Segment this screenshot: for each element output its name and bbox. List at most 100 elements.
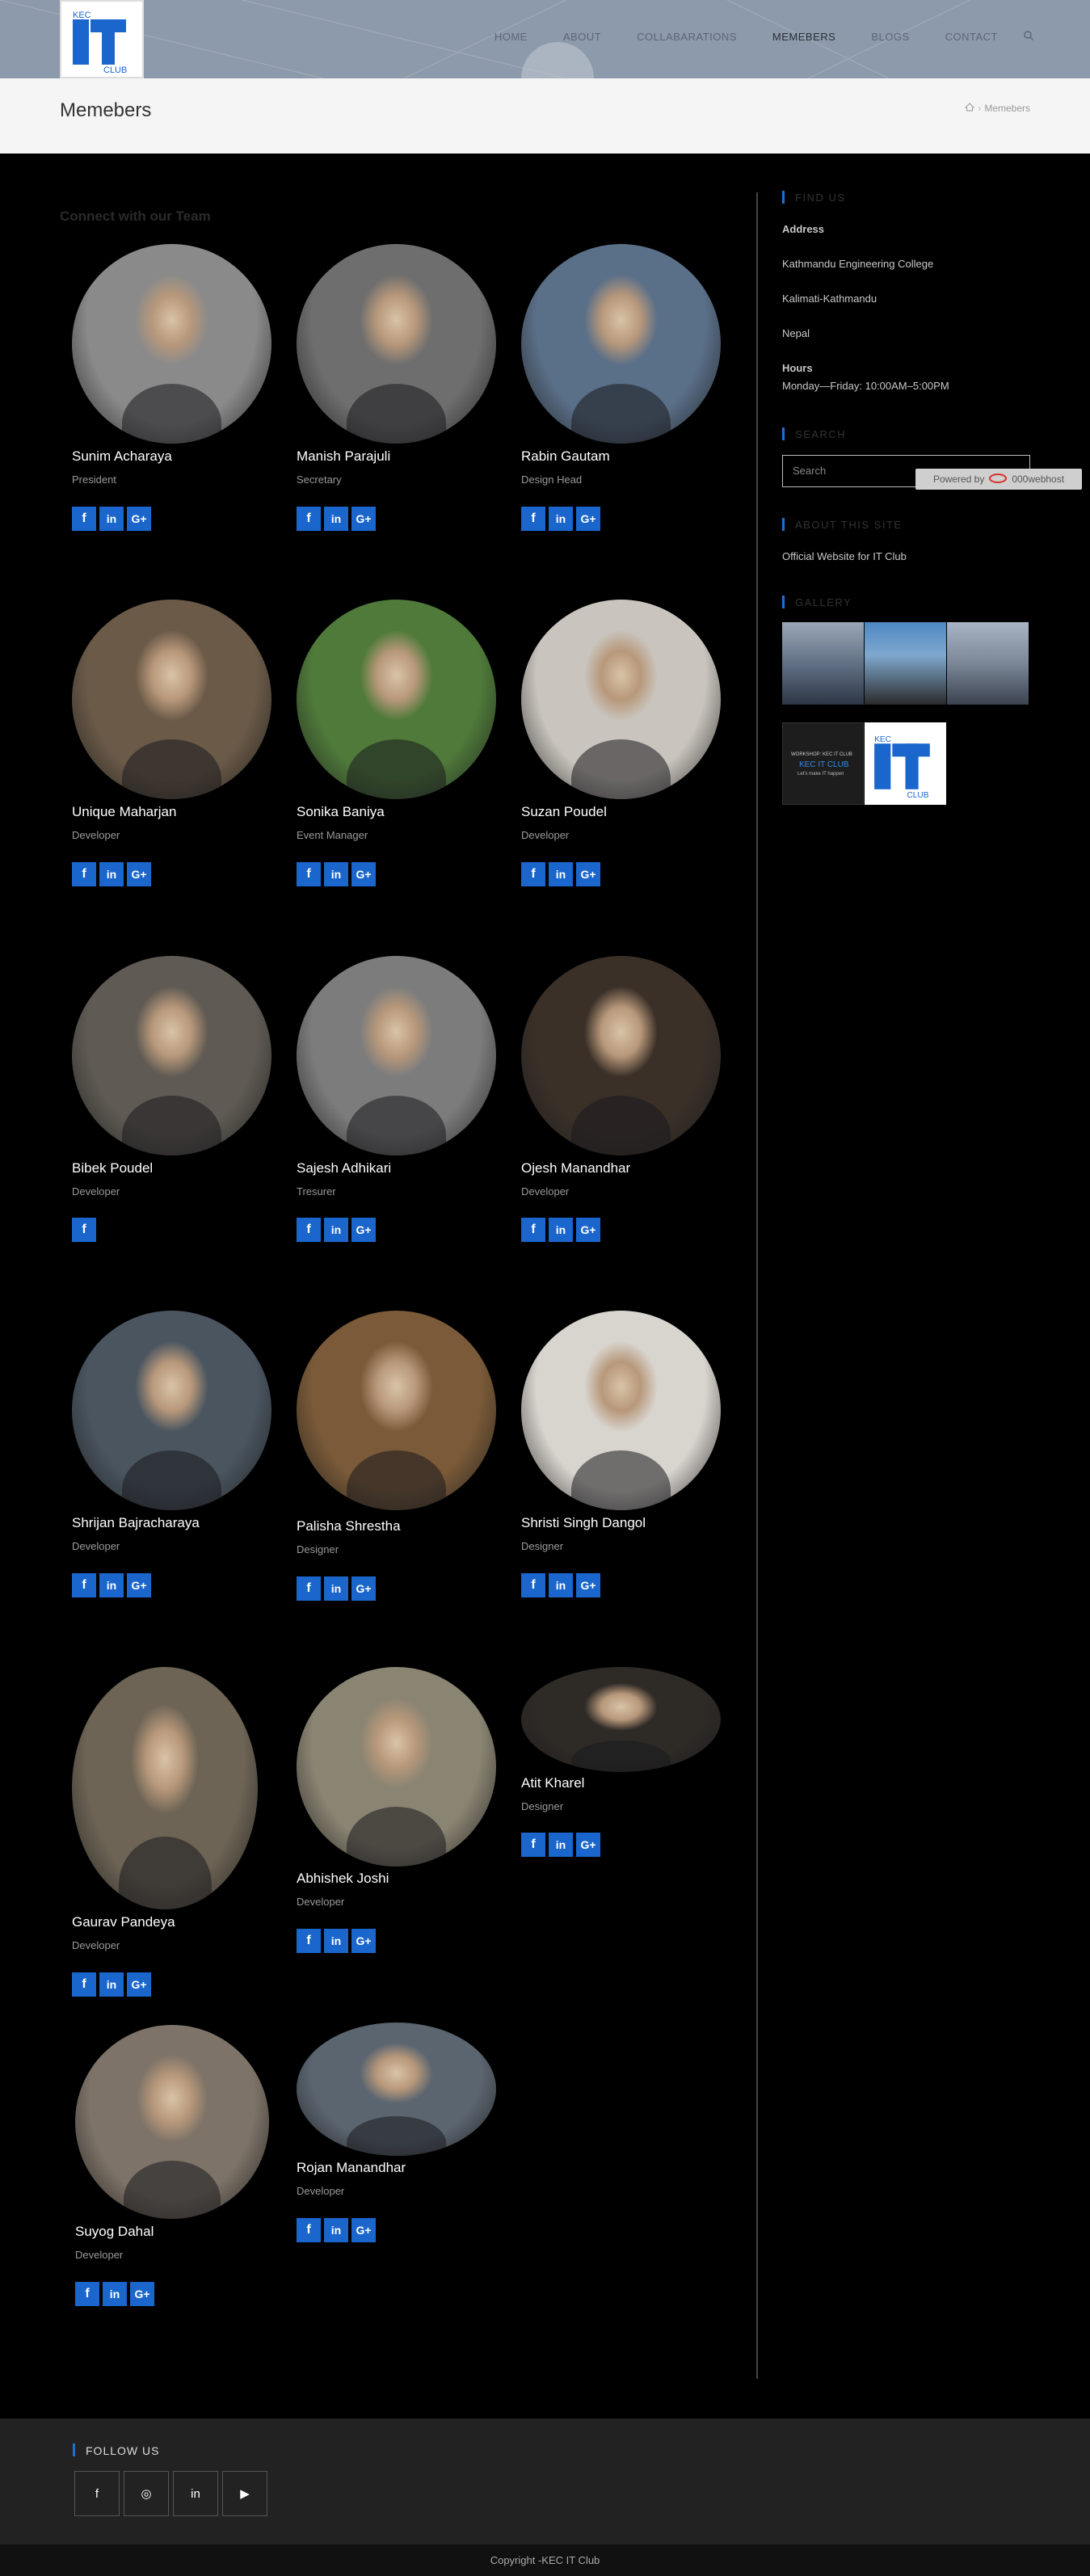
hours-value: Monday—Friday: 10:00AM–5:00PM [782,380,949,392]
gallery-image-2[interactable] [865,622,946,705]
linkedin-icon[interactable]: in [549,1573,573,1597]
member-photo [72,956,271,1155]
member-role: Designer [521,1540,564,1552]
gallery-image-5[interactable]: KEC CLUB [865,722,946,805]
facebook-icon[interactable]: f [72,862,96,886]
linkedin-icon[interactable]: in [549,1833,573,1857]
google-plus-icon[interactable]: G+ [351,862,376,886]
footer-youtube-button[interactable]: ▶ [222,2471,267,2516]
powered-by-badge[interactable]: Powered by 000webhost [915,469,1082,490]
facebook-icon[interactable]: f [521,1218,545,1242]
member-socials: f in G+ [297,1218,376,1242]
member-role: Developer [297,2185,345,2197]
member-photo [297,600,496,799]
linkedin-icon[interactable]: in [549,862,573,886]
facebook-icon[interactable]: f [521,507,545,531]
member-socials: f in G+ [521,862,600,886]
find-us-title: FIND US [782,191,846,204]
facebook-icon[interactable]: f [297,1929,321,1953]
google-plus-icon[interactable]: G+ [351,2218,376,2242]
google-plus-icon[interactable]: G+ [127,1972,151,1997]
member-role: Tresurer [297,1185,336,1198]
google-plus-icon[interactable]: G+ [351,1218,376,1242]
linkedin-icon[interactable]: in [549,507,573,531]
address-label: Address [782,223,825,235]
gallery-image-4[interactable]: WORKSHOP: KEC IT CLUB KEC IT CLUB Let's … [782,722,864,805]
facebook-icon[interactable]: f [297,1218,321,1242]
facebook-icon[interactable]: f [521,1573,545,1597]
facebook-icon[interactable]: f [297,507,321,531]
google-plus-icon[interactable]: G+ [576,862,600,886]
member-photo [521,956,721,1155]
facebook-icon[interactable]: f [72,1218,96,1242]
google-plus-icon[interactable]: G+ [576,507,600,531]
nav-item-blogs[interactable]: BLOGS [853,31,927,43]
linkedin-icon[interactable]: in [103,2282,127,2306]
search-icon[interactable] [1016,31,1033,43]
member-role: Developer [72,1939,120,1951]
linkedin-icon[interactable]: in [324,1576,348,1601]
member-name: Suyog Dahal [75,2224,154,2239]
google-plus-icon[interactable]: G+ [351,507,376,531]
google-plus-icon[interactable]: G+ [130,2282,154,2306]
linkedin-icon[interactable]: in [99,1972,124,1997]
home-icon[interactable] [965,103,975,114]
footer-instagram-button[interactable]: ◎ [124,2471,169,2516]
nav-item-collabarations[interactable]: COLLABARATIONS [619,31,755,43]
gallery-image-3[interactable] [947,622,1029,705]
google-plus-icon[interactable]: G+ [127,862,151,886]
member-name: Sunim Acharaya [72,448,172,464]
google-plus-icon[interactable]: G+ [127,1573,151,1597]
gallery-logo-bottom: CLUB [907,791,929,800]
facebook-icon[interactable]: f [72,1573,96,1597]
nav-item-about[interactable]: ABOUT [545,31,619,43]
nav-item-contact[interactable]: CONTACT [928,31,1016,43]
site-logo[interactable]: KEC CLUB [60,0,144,78]
facebook-icon[interactable]: f [297,1576,321,1601]
member-photo [72,1311,271,1510]
linkedin-icon[interactable]: in [324,1929,348,1953]
member-socials: f in G+ [72,862,151,886]
member-name: Unique Maharjan [72,804,177,819]
google-plus-icon[interactable]: G+ [576,1833,600,1857]
linkedin-icon[interactable]: in [549,1218,573,1242]
breadcrumb-separator: › [978,103,982,114]
linkedin-icon[interactable]: in [324,2218,348,2242]
google-plus-icon[interactable]: G+ [576,1218,600,1242]
facebook-icon[interactable]: f [75,2282,99,2306]
follow-us-title: FOLLOW US [73,2443,159,2457]
member-socials: f in G+ [72,1573,151,1597]
linkedin-icon[interactable]: in [324,862,348,886]
about-text: Official Website for IT Club [782,550,907,562]
about-title: ABOUT THIS SITE [782,518,903,531]
host-logo-icon [989,473,1008,486]
member-socials: f in G+ [297,1929,376,1953]
google-plus-icon[interactable]: G+ [576,1573,600,1597]
facebook-icon[interactable]: f [521,1833,545,1857]
member-role: Developer [521,829,570,841]
nav-item-home[interactable]: HOME [477,31,545,43]
linkedin-icon[interactable]: in [99,507,124,531]
google-plus-icon[interactable]: G+ [351,1576,376,1601]
linkedin-icon[interactable]: in [99,1573,124,1597]
footer-linkedin-button[interactable]: in [173,2471,218,2516]
facebook-icon[interactable]: f [297,862,321,886]
google-plus-icon[interactable]: G+ [351,1929,376,1953]
gallery-image-1[interactable] [782,622,864,705]
linkedin-icon[interactable]: in [324,507,348,531]
facebook-icon[interactable]: f [72,1972,96,1997]
google-plus-icon[interactable]: G+ [127,507,151,531]
facebook-icon[interactable]: f [72,507,96,531]
linkedin-icon[interactable]: in [324,1218,348,1242]
member-socials: f in G+ [521,1218,600,1242]
breadcrumb-current: Memebers [984,103,1030,114]
member-name: Bibek Poudel [72,1160,154,1176]
member-role: President [72,474,116,486]
facebook-icon[interactable]: f [297,2218,321,2242]
site-header: KEC CLUB HOME ABOUT COLLABARATIONS MEMEBERS… [0,0,1090,78]
linkedin-icon[interactable]: in [99,862,124,886]
footer-facebook-button[interactable]: f [74,2471,120,2516]
facebook-icon[interactable]: f [521,862,545,886]
nav-item-memebers[interactable]: MEMEBERS [755,31,853,43]
member-role: Designer [521,1800,564,1812]
